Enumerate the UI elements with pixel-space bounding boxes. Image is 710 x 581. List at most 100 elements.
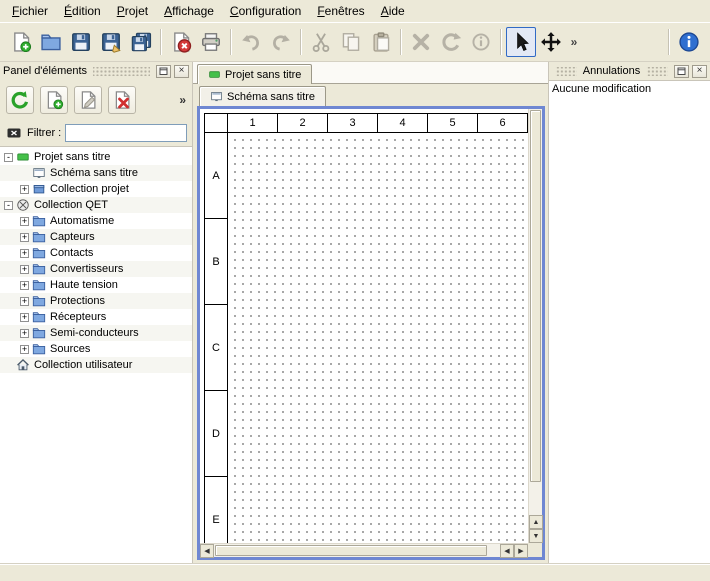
project-tab[interactable]: Projet sans titre bbox=[197, 64, 312, 84]
new-element-button[interactable] bbox=[40, 86, 68, 114]
undo-panel-title: Annulations bbox=[583, 65, 641, 77]
open-button[interactable] bbox=[36, 27, 66, 57]
tree-item-collection-projet[interactable]: + Collection projet bbox=[0, 181, 192, 197]
delete-button[interactable] bbox=[406, 27, 436, 57]
tree-item-semi-conducteurs[interactable]: + Semi-conducteurs bbox=[0, 325, 192, 341]
scroll-right-button[interactable]: ▶ bbox=[514, 544, 528, 558]
home-icon bbox=[16, 358, 30, 372]
tree-item-label: Sources bbox=[50, 343, 90, 355]
print-button[interactable] bbox=[196, 27, 226, 57]
float-icon bbox=[677, 67, 686, 76]
folder-icon bbox=[32, 230, 46, 244]
schema-tab[interactable]: Schéma sans titre bbox=[199, 86, 326, 106]
menu-edition[interactable]: Édition bbox=[56, 1, 109, 21]
menu-aide[interactable]: Aide bbox=[373, 1, 413, 21]
menu-fichier[interactable]: Fichier bbox=[4, 1, 56, 21]
rotate-button[interactable] bbox=[436, 27, 466, 57]
menu-fenetres[interactable]: Fenêtres bbox=[309, 1, 372, 21]
paste-button[interactable] bbox=[366, 27, 396, 57]
horizontal-scrollbar[interactable]: ◀ ◀ ▶ bbox=[200, 543, 528, 557]
expand-expander-icon[interactable]: + bbox=[20, 329, 29, 338]
menu-affichage[interactable]: Affichage bbox=[156, 1, 222, 21]
close-icon: × bbox=[179, 66, 185, 76]
dock-grip[interactable] bbox=[646, 67, 668, 76]
folder-icon bbox=[32, 278, 46, 292]
horizontal-scrollbar-track[interactable] bbox=[214, 544, 500, 557]
expand-expander-icon[interactable]: + bbox=[20, 297, 29, 306]
reload-collections-button[interactable] bbox=[6, 86, 34, 114]
vertical-scrollbar[interactable]: ▲ ▼ bbox=[528, 109, 542, 543]
expand-expander-icon[interactable]: + bbox=[20, 265, 29, 274]
menu-projet[interactable]: Projet bbox=[109, 1, 156, 21]
column-header: 3 bbox=[328, 113, 378, 133]
cut-button[interactable] bbox=[306, 27, 336, 57]
expand-expander-icon[interactable]: + bbox=[20, 313, 29, 322]
edit-element-button[interactable] bbox=[74, 86, 102, 114]
copy-button[interactable] bbox=[336, 27, 366, 57]
folder-icon bbox=[32, 310, 46, 324]
info-icon bbox=[470, 31, 492, 53]
close-panel-button[interactable]: × bbox=[692, 65, 707, 78]
collapse-expander-icon[interactable]: - bbox=[4, 153, 13, 162]
tree-item-automatisme[interactable]: + Automatisme bbox=[0, 213, 192, 229]
expand-expander-icon[interactable]: + bbox=[20, 345, 29, 354]
float-panel-button[interactable] bbox=[156, 65, 171, 78]
panel-overflow-button[interactable]: » bbox=[179, 93, 186, 107]
tree-item-schema-sans-titre[interactable]: Schéma sans titre bbox=[0, 165, 192, 181]
save-all-button[interactable] bbox=[126, 27, 156, 57]
menu-configuration[interactable]: Configuration bbox=[222, 1, 309, 21]
tree-item-sources[interactable]: + Sources bbox=[0, 341, 192, 357]
expand-expander-icon[interactable]: + bbox=[20, 233, 29, 242]
toolbar-separator bbox=[400, 29, 402, 55]
toolbar-separator bbox=[668, 29, 670, 55]
dock-grip[interactable] bbox=[93, 67, 150, 76]
tree-item-capteurs[interactable]: + Capteurs bbox=[0, 229, 192, 245]
expand-expander-icon[interactable]: + bbox=[20, 249, 29, 258]
tree-item-convertisseurs[interactable]: + Convertisseurs bbox=[0, 261, 192, 277]
tree-item-collection-qet[interactable]: - Collection QET bbox=[0, 197, 192, 213]
tree-item-haute-tension[interactable]: + Haute tension bbox=[0, 277, 192, 293]
undo-button[interactable] bbox=[236, 27, 266, 57]
close-document-button[interactable] bbox=[166, 27, 196, 57]
dock-grip[interactable] bbox=[555, 67, 577, 76]
tree-item-label: Collection QET bbox=[34, 199, 108, 211]
tree-item-collection-utilisateur[interactable]: Collection utilisateur bbox=[0, 357, 192, 373]
diagram-canvas[interactable] bbox=[228, 133, 528, 543]
undo-history-item[interactable]: Aucune modification bbox=[552, 83, 707, 95]
scroll-up-button[interactable]: ▲ bbox=[529, 515, 543, 529]
tree-item-contacts[interactable]: + Contacts bbox=[0, 245, 192, 261]
arrow-left-icon: ◀ bbox=[204, 548, 209, 555]
new-document-button[interactable] bbox=[6, 27, 36, 57]
row-header: B bbox=[204, 219, 228, 305]
filter-input[interactable] bbox=[65, 124, 187, 142]
move-tool-button[interactable] bbox=[536, 27, 566, 57]
expand-expander-icon[interactable]: + bbox=[20, 281, 29, 290]
project-collection-icon bbox=[32, 182, 46, 196]
float-panel-button[interactable] bbox=[674, 65, 689, 78]
close-panel-button[interactable]: × bbox=[174, 65, 189, 78]
info-button[interactable] bbox=[466, 27, 496, 57]
tree-item-protections[interactable]: + Protections bbox=[0, 293, 192, 309]
collapse-expander-icon[interactable]: - bbox=[4, 201, 13, 210]
tree-item-label: Haute tension bbox=[50, 279, 118, 291]
expand-expander-icon[interactable]: + bbox=[20, 185, 29, 194]
row-header: A bbox=[204, 133, 228, 219]
scroll-down-button[interactable]: ▼ bbox=[529, 529, 543, 543]
tree-item-label: Semi-conducteurs bbox=[50, 327, 139, 339]
horizontal-scrollbar-thumb[interactable] bbox=[215, 545, 487, 556]
scroll-left-button[interactable]: ◀ bbox=[200, 544, 214, 558]
select-tool-button[interactable] bbox=[506, 27, 536, 57]
delete-element-button[interactable] bbox=[108, 86, 136, 114]
scroll-left-button-2[interactable]: ◀ bbox=[500, 544, 514, 558]
tree-item-recepteurs[interactable]: + Récepteurs bbox=[0, 309, 192, 325]
vertical-scrollbar-thumb[interactable] bbox=[530, 110, 541, 482]
save-button[interactable] bbox=[66, 27, 96, 57]
toolbar-overflow-button[interactable]: » bbox=[566, 27, 582, 57]
expand-expander-icon[interactable]: + bbox=[20, 217, 29, 226]
redo-button[interactable] bbox=[266, 27, 296, 57]
save-as-button[interactable] bbox=[96, 27, 126, 57]
about-icon bbox=[678, 31, 700, 53]
clear-filter-button[interactable] bbox=[5, 124, 23, 142]
tree-item-projet-sans-titre[interactable]: - Projet sans titre bbox=[0, 149, 192, 165]
about-button[interactable] bbox=[674, 27, 704, 57]
